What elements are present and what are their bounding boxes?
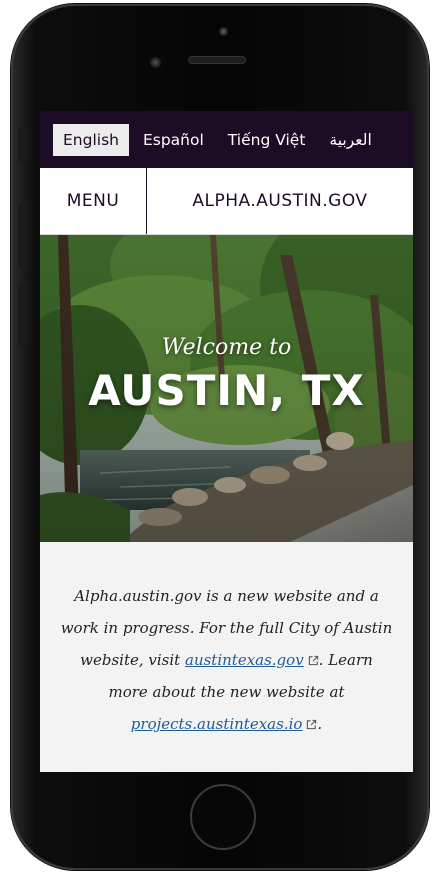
earpiece-speaker [188,56,246,64]
projects-link[interactable]: projects.austintexas.io [131,715,303,733]
menu-button[interactable]: MENU [40,168,147,234]
hero-welcome: Welcome to [161,335,292,360]
austintexas-link[interactable]: austintexas.gov [185,651,304,669]
front-camera [150,57,161,68]
phone-screen: English Español Tiếng Việt العربية MENU … [40,111,413,772]
lang-arabic[interactable]: العربية [319,124,381,156]
lang-vietnamese[interactable]: Tiếng Việt [218,124,316,156]
lang-spanish[interactable]: Español [133,124,214,156]
intro-text-3: . [317,715,323,733]
mute-switch [18,128,26,162]
external-link-icon [307,719,317,730]
lang-english[interactable]: English [53,123,129,156]
sensor [219,27,228,36]
hero-city-title: AUSTIN, TX [88,366,365,415]
home-button[interactable] [190,784,256,850]
external-link-icon [308,655,318,666]
intro-paragraph: Alpha.austin.gov is a new website and a … [40,542,413,740]
language-bar: English Español Tiếng Việt العربية [40,111,413,168]
site-title-link[interactable]: ALPHA.AUSTIN.GOV [147,168,413,234]
hero-banner: Welcome to AUSTIN, TX [40,235,413,542]
volume-down-button [18,282,26,346]
site-header: MENU ALPHA.AUSTIN.GOV [40,168,413,235]
hero-text: Welcome to AUSTIN, TX [40,335,413,415]
volume-up-button [18,204,26,268]
